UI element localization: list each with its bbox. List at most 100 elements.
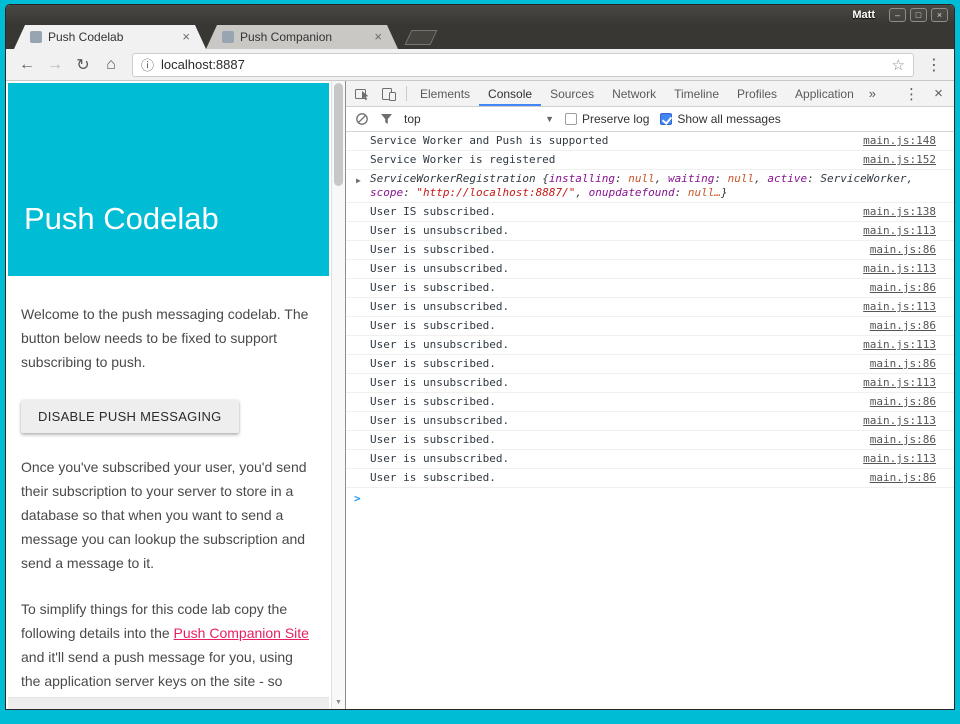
console-source-link[interactable]: main.js:138 <box>863 205 936 219</box>
console-message-text: User is unsubscribed. <box>370 452 863 466</box>
object-token: , <box>754 172 767 185</box>
console-source-link[interactable]: main.js:113 <box>863 224 936 238</box>
console-source-link[interactable]: main.js:86 <box>870 357 936 371</box>
console-source-link[interactable]: main.js:113 <box>863 414 936 428</box>
home-icon[interactable]: ⌂ <box>98 52 124 78</box>
console-message-text: User is unsubscribed. <box>370 376 863 390</box>
console-source-link[interactable]: main.js:86 <box>870 395 936 409</box>
console-message-row: User is subscribed. main.js:86 <box>346 431 954 450</box>
page-scrollbar[interactable]: ▼ <box>331 81 345 709</box>
show-all-messages-checkbox[interactable] <box>660 113 672 125</box>
console-source-link[interactable]: main.js:113 <box>863 300 936 314</box>
devtools-close-icon[interactable]: × <box>925 81 952 106</box>
console-source-link[interactable]: main.js:86 <box>870 319 936 333</box>
console-source-link[interactable]: main.js:113 <box>863 262 936 276</box>
console-source-link[interactable]: main.js:86 <box>870 471 936 485</box>
execution-context-selector[interactable]: top ▼ <box>404 112 554 126</box>
tab-label: Push Codelab <box>48 30 176 44</box>
console-source-link[interactable]: main.js:113 <box>863 338 936 352</box>
console-message-row: User IS subscribed. main.js:138 <box>346 203 954 222</box>
devtools-tab[interactable]: Sources <box>541 81 603 106</box>
devtools-tab[interactable]: Elements <box>411 81 479 106</box>
console-message-row: User is subscribed. main.js:86 <box>346 241 954 260</box>
devtools-tabbar: Elements Console Sources Network Timelin… <box>346 81 954 107</box>
close-window-button[interactable]: × <box>931 8 948 22</box>
new-tab-button[interactable] <box>405 30 438 45</box>
devtools-tab[interactable]: Timeline <box>665 81 728 106</box>
console-message-row: User is subscribed. main.js:86 <box>346 393 954 412</box>
console-message-text: User is subscribed. <box>370 319 870 333</box>
preserve-log-group: Preserve log <box>565 112 649 126</box>
url-text: localhost:8887 <box>161 57 245 72</box>
object-token: ServiceWorkerRegistration <box>370 172 542 185</box>
expand-triangle-icon[interactable]: ▶ <box>356 174 361 188</box>
disable-push-button[interactable]: DISABLE PUSH MESSAGING <box>21 400 239 433</box>
object-token: , <box>907 172 914 185</box>
console-source-link[interactable]: main.js:86 <box>870 433 936 447</box>
console-input-row[interactable]: > <box>346 488 954 509</box>
preserve-log-checkbox[interactable] <box>565 113 577 125</box>
devtools-tab[interactable]: Application <box>786 81 863 106</box>
web-page: Push Codelab Welcome to the push messagi… <box>6 81 331 709</box>
page-hero-banner: Push Codelab <box>8 83 329 276</box>
object-token: : <box>714 172 727 185</box>
console-message-text: User is subscribed. <box>370 281 870 295</box>
console-message-text: User is subscribed. <box>370 471 870 485</box>
minimize-button[interactable]: – <box>889 8 906 22</box>
console-source-link[interactable]: main.js:113 <box>863 452 936 466</box>
console-message-text: User is unsubscribed. <box>370 338 863 352</box>
devtools-tab[interactable]: Network <box>603 81 665 106</box>
reload-icon[interactable]: ↻ <box>70 52 96 78</box>
address-bar[interactable]: ⓘ localhost:8887 ☆ <box>132 53 914 77</box>
forward-icon[interactable]: → <box>42 52 68 78</box>
page-title: Push Codelab <box>24 201 219 237</box>
browser-menu-icon[interactable]: ⋮ <box>922 55 946 75</box>
scrollbar-down-arrow-icon[interactable]: ▼ <box>332 699 345 706</box>
console-toolbar: top ▼ Preserve log Show all messages <box>346 107 954 132</box>
console-source-link[interactable]: main.js:148 <box>863 134 936 148</box>
intro-paragraph: Welcome to the push messaging codelab. T… <box>21 302 316 374</box>
console-source-link[interactable]: main.js:113 <box>863 376 936 390</box>
tab-strip: Push Codelab × Push Companion × <box>6 25 954 49</box>
devtools-controls: ⋮ × <box>898 81 952 106</box>
object-token: null… <box>688 186 721 199</box>
device-toolbar-icon[interactable] <box>375 81 402 106</box>
tab-close-icon[interactable]: × <box>182 31 190 43</box>
devtools-tab[interactable]: Console <box>479 81 541 106</box>
tab-list: Push Codelab × Push Companion × <box>14 25 398 49</box>
tab-close-icon[interactable]: × <box>374 31 382 43</box>
browser-tab[interactable]: Push Companion × <box>206 25 398 49</box>
console-message-text: User is subscribed. <box>370 433 870 447</box>
console-source-link[interactable]: main.js:86 <box>870 281 936 295</box>
back-icon[interactable]: ← <box>14 52 40 78</box>
console-message-row: User is unsubscribed. main.js:113 <box>346 450 954 469</box>
object-token: , <box>575 186 588 199</box>
browser-tab[interactable]: Push Codelab × <box>14 25 206 49</box>
object-token: onupdatefound <box>589 186 675 199</box>
more-tabs-icon[interactable]: » <box>863 81 882 106</box>
console-message-text: Service Worker and Push is supported <box>370 134 863 148</box>
console-rows-top: Service Worker and Push is supported mai… <box>346 132 954 170</box>
push-companion-site-link[interactable]: Push Companion Site <box>174 625 309 641</box>
console-source-link[interactable]: main.js:86 <box>870 243 936 257</box>
scrollbar-thumb[interactable] <box>334 83 343 186</box>
console-message-text: User IS subscribed. <box>370 205 863 219</box>
console-source-link[interactable]: main.js:152 <box>863 153 936 167</box>
console-object-row: ▶ ServiceWorkerRegistration {installing:… <box>346 170 954 203</box>
object-token: waiting <box>668 172 714 185</box>
page-info-icon[interactable]: ⓘ <box>141 55 154 74</box>
object-token: , <box>655 172 668 185</box>
filter-icon[interactable] <box>380 113 393 125</box>
console-message-row: Service Worker and Push is supported mai… <box>346 132 954 151</box>
console-message-text: User is unsubscribed. <box>370 224 863 238</box>
console-message-text: User is unsubscribed. <box>370 300 863 314</box>
clear-console-icon[interactable] <box>355 112 369 126</box>
inspect-element-icon[interactable] <box>348 81 375 106</box>
maximize-button[interactable]: □ <box>910 8 927 22</box>
console-message-row: User is unsubscribed. main.js:113 <box>346 374 954 393</box>
devtools-menu-icon[interactable]: ⋮ <box>898 81 925 106</box>
bookmark-star-icon[interactable]: ☆ <box>892 56 905 74</box>
devtools-tab[interactable]: Profiles <box>728 81 786 106</box>
object-token: { <box>542 172 549 185</box>
object-token: null <box>628 172 655 185</box>
